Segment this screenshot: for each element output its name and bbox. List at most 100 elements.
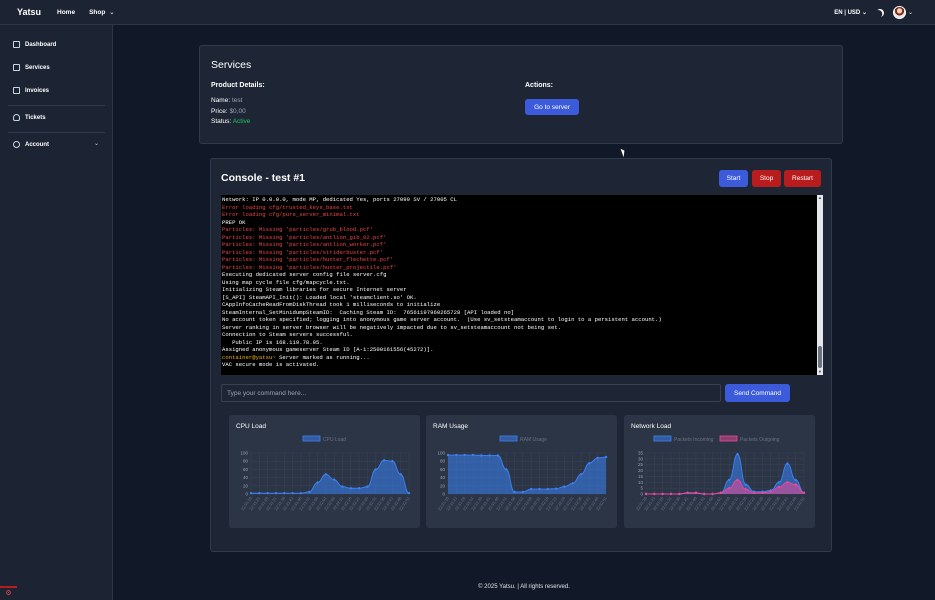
data-point[interactable] — [374, 468, 377, 471]
data-point[interactable] — [382, 459, 386, 462]
chevron-down-icon[interactable]: ⌄ — [94, 140, 99, 147]
locale-selector[interactable]: EN | USD ⌄ — [834, 9, 867, 16]
data-point[interactable] — [604, 455, 608, 459]
theme-toggle-moon-icon[interactable] — [875, 7, 886, 18]
data-point[interactable] — [249, 491, 253, 495]
legend-swatch[interactable] — [499, 435, 518, 442]
data-point[interactable] — [399, 473, 402, 476]
data-point[interactable] — [686, 491, 689, 495]
data-point[interactable] — [719, 491, 723, 495]
go-to-server-button[interactable]: Go to server — [525, 99, 579, 115]
data-point[interactable] — [513, 490, 516, 494]
restart-button[interactable]: Restart — [784, 170, 821, 187]
nav-shop[interactable]: Shop ⌄ — [89, 9, 114, 16]
data-point[interactable] — [744, 483, 747, 486]
data-point[interactable] — [316, 481, 319, 484]
sidebar-item-invoices[interactable]: Invoices — [13, 87, 49, 94]
brand-logo[interactable]: Yatsu — [17, 7, 57, 17]
data-point[interactable] — [554, 487, 558, 490]
data-point[interactable] — [802, 491, 806, 495]
nav-home[interactable]: Home — [57, 9, 75, 16]
data-point[interactable] — [727, 478, 731, 482]
data-point[interactable] — [678, 492, 681, 496]
legend-swatch[interactable] — [302, 435, 321, 442]
start-button[interactable]: Start — [719, 170, 748, 187]
data-point[interactable] — [596, 456, 599, 460]
data-point[interactable] — [471, 453, 475, 457]
data-point[interactable] — [786, 481, 789, 484]
data-point[interactable] — [463, 453, 466, 457]
data-point[interactable] — [669, 492, 673, 496]
sidebar-item-services[interactable]: Services — [13, 64, 50, 71]
data-point[interactable] — [761, 491, 764, 495]
ram-chart-card: RAM Usage RAM Usage 100 80 60 40 20 0 22:31:16 2… — [426, 415, 617, 528]
data-point[interactable] — [694, 491, 698, 495]
scroll-up-icon[interactable]: ▲ — [818, 196, 822, 200]
data-point[interactable] — [546, 487, 549, 491]
data-point[interactable] — [505, 468, 508, 471]
data-point[interactable] — [579, 473, 583, 476]
console-scrollbar[interactable]: ▲ ▼ — [817, 195, 823, 375]
data-point[interactable] — [571, 482, 574, 485]
command-input[interactable] — [221, 384, 721, 402]
data-point[interactable] — [786, 462, 789, 465]
data-point[interactable] — [266, 491, 269, 495]
data-point[interactable] — [324, 473, 328, 476]
legend-swatch[interactable] — [653, 435, 672, 442]
data-point[interactable] — [496, 454, 500, 457]
console-line: Particles: Missing 'particles/hunter_fle… — [222, 256, 394, 263]
data-point[interactable] — [308, 490, 311, 494]
data-point[interactable] — [711, 492, 714, 496]
data-point[interactable] — [299, 491, 303, 495]
data-point[interactable] — [391, 460, 394, 463]
y-tick-label: 5 — [640, 486, 643, 491]
data-point[interactable] — [703, 492, 706, 496]
sidebar-item-account[interactable]: Account — [13, 141, 49, 148]
data-point[interactable] — [777, 485, 781, 489]
data-point[interactable] — [736, 452, 739, 456]
data-point[interactable] — [653, 492, 656, 496]
data-point[interactable] — [752, 491, 756, 495]
data-point[interactable] — [291, 491, 294, 495]
data-point[interactable] — [366, 485, 369, 488]
services-icon — [13, 64, 20, 71]
sidebar-item-label: Tickets — [25, 114, 46, 121]
legend-swatch[interactable] — [719, 435, 738, 442]
data-point[interactable] — [332, 478, 336, 481]
data-point[interactable] — [538, 487, 541, 491]
console-output[interactable]: Network: IP 0.0.0.0, mode MP, dedicated … — [221, 195, 823, 375]
data-point[interactable] — [446, 453, 450, 457]
data-point[interactable] — [529, 487, 533, 491]
data-point[interactable] — [588, 462, 591, 465]
data-point[interactable] — [274, 491, 278, 495]
data-point[interactable] — [563, 485, 566, 488]
data-point[interactable] — [644, 492, 648, 496]
data-point[interactable] — [794, 483, 797, 486]
data-point[interactable] — [736, 478, 739, 482]
data-point[interactable] — [258, 491, 261, 495]
send-command-button[interactable]: Send Command — [725, 384, 790, 402]
debug-toolbar-icon[interactable]: ⚙ — [0, 586, 17, 600]
stop-button[interactable]: Stop — [752, 170, 781, 187]
scroll-down-icon[interactable]: ▼ — [818, 370, 822, 374]
data-point[interactable] — [744, 488, 747, 491]
data-point[interactable] — [341, 485, 344, 488]
sidebar-item-tickets[interactable]: Tickets — [13, 114, 46, 121]
data-point[interactable] — [794, 478, 797, 482]
data-point[interactable] — [455, 453, 458, 457]
data-point[interactable] — [777, 481, 781, 484]
scroll-thumb[interactable] — [818, 346, 822, 368]
data-point[interactable] — [661, 492, 664, 496]
data-point[interactable] — [480, 454, 483, 457]
data-point[interactable] — [357, 487, 361, 490]
sidebar-item-label: Dashboard — [25, 41, 57, 48]
data-point[interactable] — [769, 490, 772, 493]
data-point[interactable] — [407, 491, 411, 495]
data-point[interactable] — [283, 491, 286, 495]
data-point[interactable] — [349, 487, 352, 490]
data-point[interactable] — [488, 454, 491, 457]
user-menu[interactable]: ⌄ — [892, 6, 913, 19]
data-point[interactable] — [727, 486, 731, 490]
data-point[interactable] — [521, 490, 525, 494]
sidebar-item-dashboard[interactable]: Dashboard — [13, 41, 56, 48]
